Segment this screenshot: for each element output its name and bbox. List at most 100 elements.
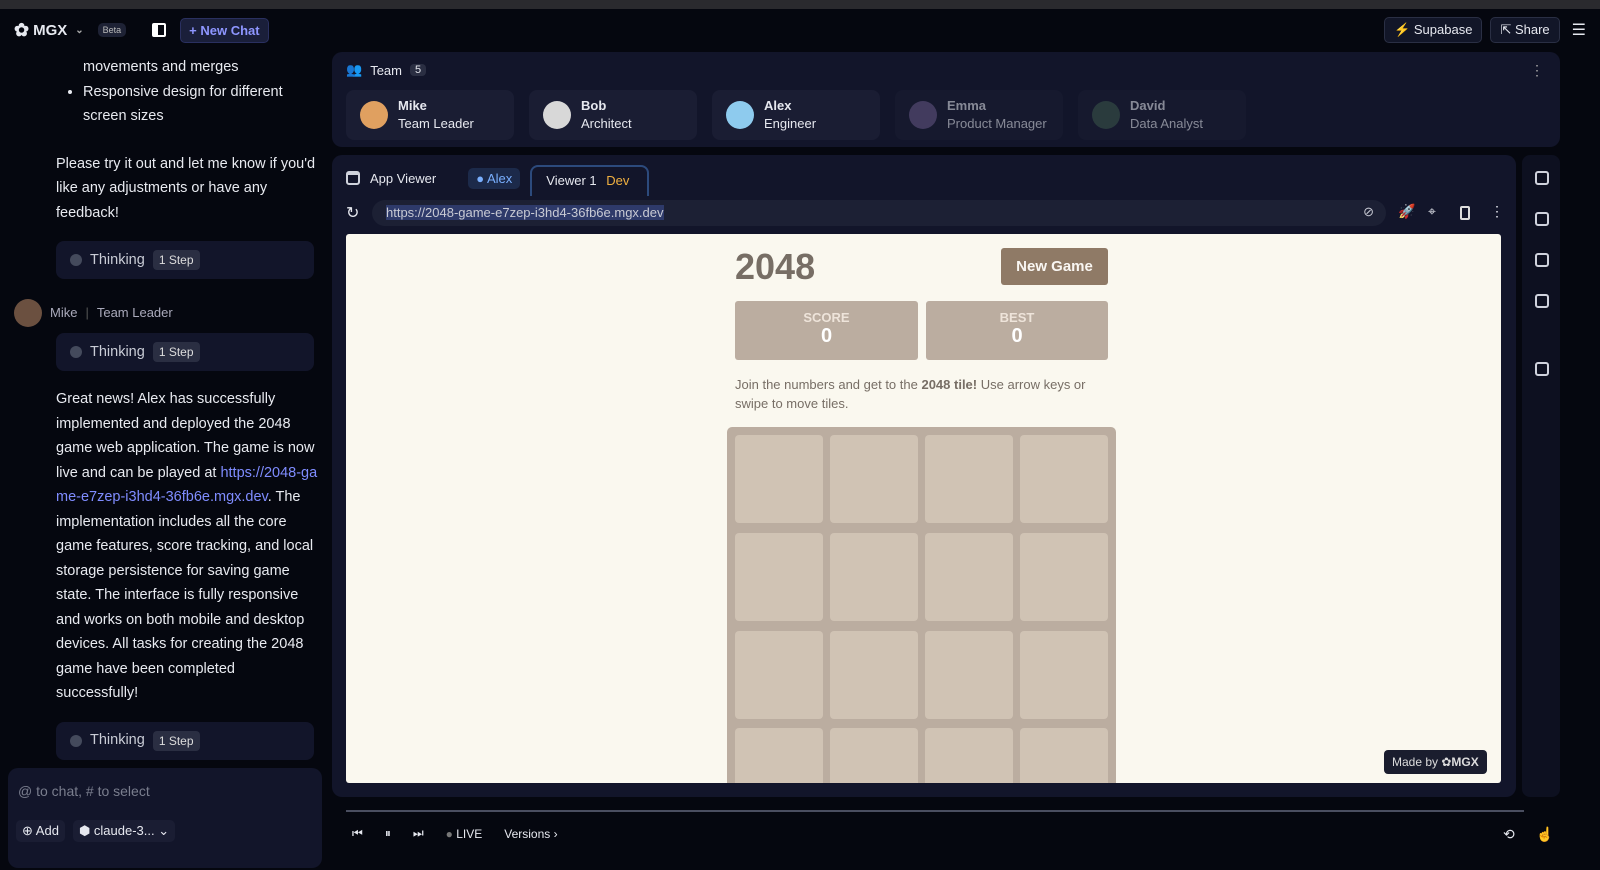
reload-icon[interactable]: ↻ [346, 203, 359, 223]
timeline-track[interactable] [346, 810, 1524, 812]
thinking-collapsible[interactable]: Thinking 1 Step [56, 333, 314, 371]
alex-chip[interactable]: ● Alex [468, 167, 521, 189]
terminal-icon[interactable] [1535, 171, 1549, 185]
member-avatar [1092, 101, 1120, 129]
step-badge: 1 Step [152, 342, 200, 362]
add-label: Add [35, 823, 59, 838]
brand-menu[interactable]: ✿ MGX ⌄ [14, 20, 84, 41]
more-icon[interactable]: ⋮ [1490, 203, 1504, 220]
team-member-card[interactable]: Bob Architect [529, 90, 697, 140]
grid-cell [925, 435, 1013, 523]
folder-icon[interactable] [1535, 362, 1549, 376]
member-name: Mike [398, 98, 427, 113]
member-role: Engineer [764, 116, 817, 131]
team-member-card[interactable]: Mike Team Leader [346, 90, 514, 140]
mike-avatar [14, 299, 42, 327]
member-role: Product Manager [947, 116, 1047, 131]
member-role: Data Analyst [1130, 116, 1203, 131]
live-indicator[interactable]: ● LIVE [446, 827, 483, 841]
app-viewer-label: App Viewer [370, 170, 437, 186]
team-member-card[interactable]: David Data Analyst [1078, 90, 1246, 140]
team-icon: 👥 [346, 62, 363, 77]
editor-icon[interactable] [1535, 212, 1549, 226]
step-badge: 1 Step [152, 730, 200, 751]
alex-chip-label: Alex [487, 170, 513, 186]
team-label: Team [370, 62, 402, 78]
versions-label: Versions [504, 826, 551, 841]
game-grid[interactable] [727, 427, 1116, 783]
grid-cell [830, 532, 918, 621]
score-value: 0 [820, 325, 833, 347]
mgx-logo-icon: ✿ [14, 19, 30, 40]
intro-text: Join the numbers and get to the [735, 377, 922, 392]
best-label: BEST [999, 310, 1035, 325]
new-game-button[interactable]: New Game [1001, 248, 1108, 285]
add-button[interactable]: ⊕ Add [16, 820, 65, 842]
versions-button[interactable]: Versions › [504, 827, 557, 841]
sidebar-toggle-icon[interactable] [152, 23, 167, 37]
history-icon[interactable]: ⟲ [1503, 826, 1515, 843]
live-label: LIVE [456, 826, 483, 841]
share-label: Share [1514, 22, 1550, 37]
game-title: 2048 [735, 246, 816, 287]
assistant-message: Great news! Alex has successfully implem… [56, 387, 318, 706]
grid-cell [1020, 728, 1108, 783]
code-icon[interactable] [1535, 294, 1549, 308]
thinking-collapsible[interactable]: Thinking 1 Step [56, 721, 314, 760]
select-element-icon[interactable]: ⌖ [1428, 203, 1436, 220]
member-role: Architect [581, 116, 632, 131]
url-text[interactable]: https://2048-game-e7zep-i3hd4-36fb6e.mgx… [386, 205, 664, 220]
supabase-button[interactable]: ⚡ Supabase [1384, 17, 1483, 43]
team-panel: 👥 Team 5 ⋮ Mike Team Leader Bob Architect Alex… [332, 52, 1560, 147]
tab-viewer-1[interactable]: Viewer 1 Dev [530, 164, 650, 196]
more-icon[interactable]: ⋮ [1530, 62, 1544, 79]
best-value: 0 [1011, 325, 1023, 347]
score-box: SCORE 0 [735, 301, 918, 360]
member-name: David [1130, 98, 1166, 113]
member-name: Emma [947, 98, 987, 113]
settings-sliders-icon[interactable]: ☰ [1572, 20, 1586, 40]
skip-back-icon[interactable]: ⏮ [352, 826, 363, 841]
compass-icon[interactable]: ⊘ [1363, 204, 1374, 220]
deploy-rocket-icon[interactable]: 🚀 [1398, 203, 1415, 220]
made-by-label: Made by [1392, 755, 1439, 769]
bullet-continuation: movements and merges [83, 59, 239, 75]
skip-forward-icon[interactable]: ⏭ [413, 826, 424, 841]
new-chat-label: New Chat [200, 22, 260, 38]
url-bar[interactable]: https://2048-game-e7zep-i3hd4-36fb6e.mgx… [372, 200, 1386, 226]
best-box: BEST 0 [926, 301, 1108, 360]
pause-icon[interactable]: ⏸ [385, 826, 391, 841]
team-member-card[interactable]: Emma Product Manager [895, 90, 1063, 140]
chat-input[interactable]: @ to chat, # to select [18, 783, 150, 799]
author-role: Team Leader [96, 304, 173, 320]
mobile-view-icon[interactable] [1460, 206, 1470, 220]
member-role: Team Leader [398, 116, 474, 131]
app-preview: 2048 New Game SCORE 0 BEST 0 Join the nu… [346, 234, 1501, 783]
new-chat-button[interactable]: + New Chat [180, 17, 269, 43]
member-name: Bob [581, 98, 607, 113]
member-avatar [360, 101, 388, 129]
message-text: . The implementation includes all the co… [56, 489, 314, 701]
team-member-card[interactable]: Alex Engineer [712, 90, 880, 140]
chat-input-box[interactable]: @ to chat, # to select ⊕ Add ⬢ claude-3.… [8, 768, 322, 868]
thinking-collapsible[interactable]: Thinking 1 Step [56, 241, 314, 279]
check-icon [70, 734, 82, 747]
grid-cell [925, 532, 1013, 621]
intro-bold: 2048 tile! [921, 377, 978, 392]
model-select[interactable]: ⬢ claude-3... ⌄ [72, 820, 176, 842]
pointer-icon[interactable]: ☝ [1536, 826, 1553, 843]
grid-cell [735, 435, 823, 523]
score-label: SCORE [803, 310, 850, 325]
assistant-message: Please try it out and let me know if you… [56, 155, 316, 221]
grid-cell [830, 435, 918, 523]
made-by-badge[interactable]: Made by ✿MGX [1384, 750, 1487, 774]
member-avatar [543, 101, 571, 129]
member-name: Alex [764, 98, 792, 113]
thinking-label: Thinking [90, 343, 145, 360]
check-icon [70, 346, 82, 358]
model-label: claude-3... [93, 823, 155, 838]
app-viewer-icon[interactable] [1535, 253, 1549, 267]
share-button[interactable]: ⇱ Share [1490, 17, 1560, 43]
thinking-label: Thinking [90, 732, 145, 749]
author-name: Mike [50, 304, 78, 320]
